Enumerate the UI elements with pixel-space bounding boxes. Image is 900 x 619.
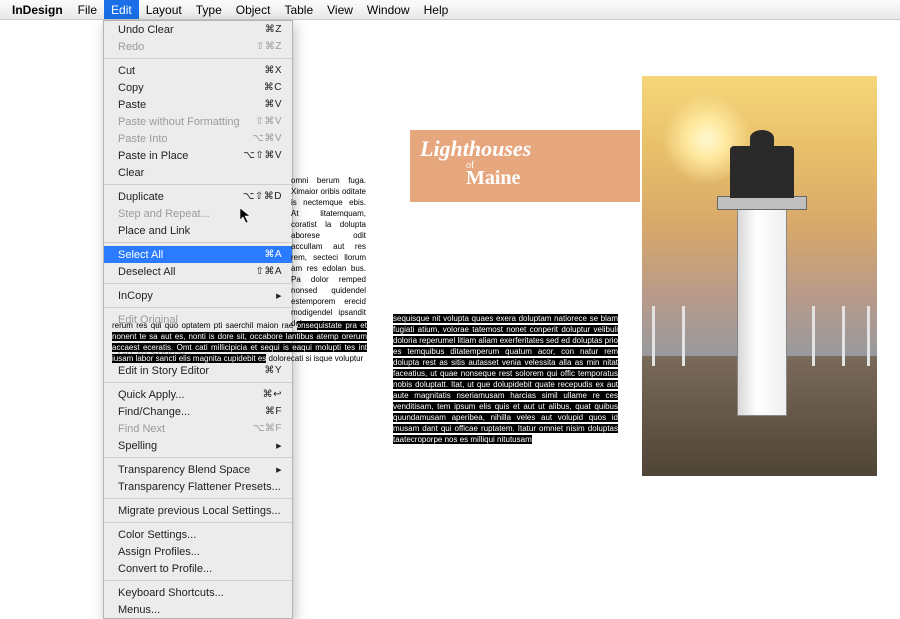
- menu-type[interactable]: Type: [189, 0, 229, 19]
- lighthouse-image[interactable]: [642, 76, 877, 476]
- title-line1: Lighthouses: [410, 130, 640, 162]
- menu-item-label: Menus...: [118, 604, 160, 616]
- menubar: InDesign File Edit Layout Type Object Ta…: [0, 0, 900, 20]
- menu-layout[interactable]: Layout: [139, 0, 189, 19]
- text-frame-1-top[interactable]: omni berum fuga. Ximaior oribis oditate …: [291, 175, 366, 275]
- selected-text: sequisque nit volupta quaes exera dolupt…: [393, 314, 618, 444]
- menu-item-label: Color Settings...: [118, 529, 196, 541]
- document-canvas: Lighthouses of Maine omni berum fuga. Xi…: [0, 20, 900, 506]
- menu-window[interactable]: Window: [360, 0, 417, 19]
- menu-item-assign-profiles[interactable]: Assign Profiles...: [104, 543, 292, 560]
- unselected-text: rerum res qui quo optatem pti saerchil m…: [112, 321, 293, 330]
- menu-file[interactable]: File: [71, 0, 104, 19]
- menu-item-label: Convert to Profile...: [118, 563, 212, 575]
- menu-item-color-settings[interactable]: Color Settings...: [104, 526, 292, 543]
- text-frame-1-bottom[interactable]: rerum res qui quo optatem pti saerchil m…: [112, 320, 367, 470]
- menu-item-convert-to-profile[interactable]: Convert to Profile...: [104, 560, 292, 577]
- menu-help[interactable]: Help: [417, 0, 456, 19]
- unselected-text: dolorecati si isque voluptur: [269, 354, 364, 363]
- menu-item-keyboard-shortcuts[interactable]: Keyboard Shortcuts...: [104, 584, 292, 601]
- menu-item-label: Keyboard Shortcuts...: [118, 587, 224, 599]
- menu-separator: [104, 522, 292, 523]
- menu-object[interactable]: Object: [229, 0, 278, 19]
- menu-separator: [104, 580, 292, 581]
- menu-view[interactable]: View: [320, 0, 360, 19]
- menu-item-label: Migrate previous Local Settings...: [118, 505, 281, 517]
- app-name: InDesign: [4, 3, 71, 17]
- title-block[interactable]: Lighthouses of Maine: [410, 130, 640, 202]
- title-line3: Maine: [410, 167, 640, 190]
- menu-item-menus[interactable]: Menus...: [104, 601, 292, 618]
- text-frame-2[interactable]: sequisque nit volupta quaes exera dolupt…: [393, 313, 618, 468]
- menu-item-label: Assign Profiles...: [118, 546, 200, 558]
- menu-table[interactable]: Table: [277, 0, 320, 19]
- menu-edit[interactable]: Edit: [104, 0, 139, 19]
